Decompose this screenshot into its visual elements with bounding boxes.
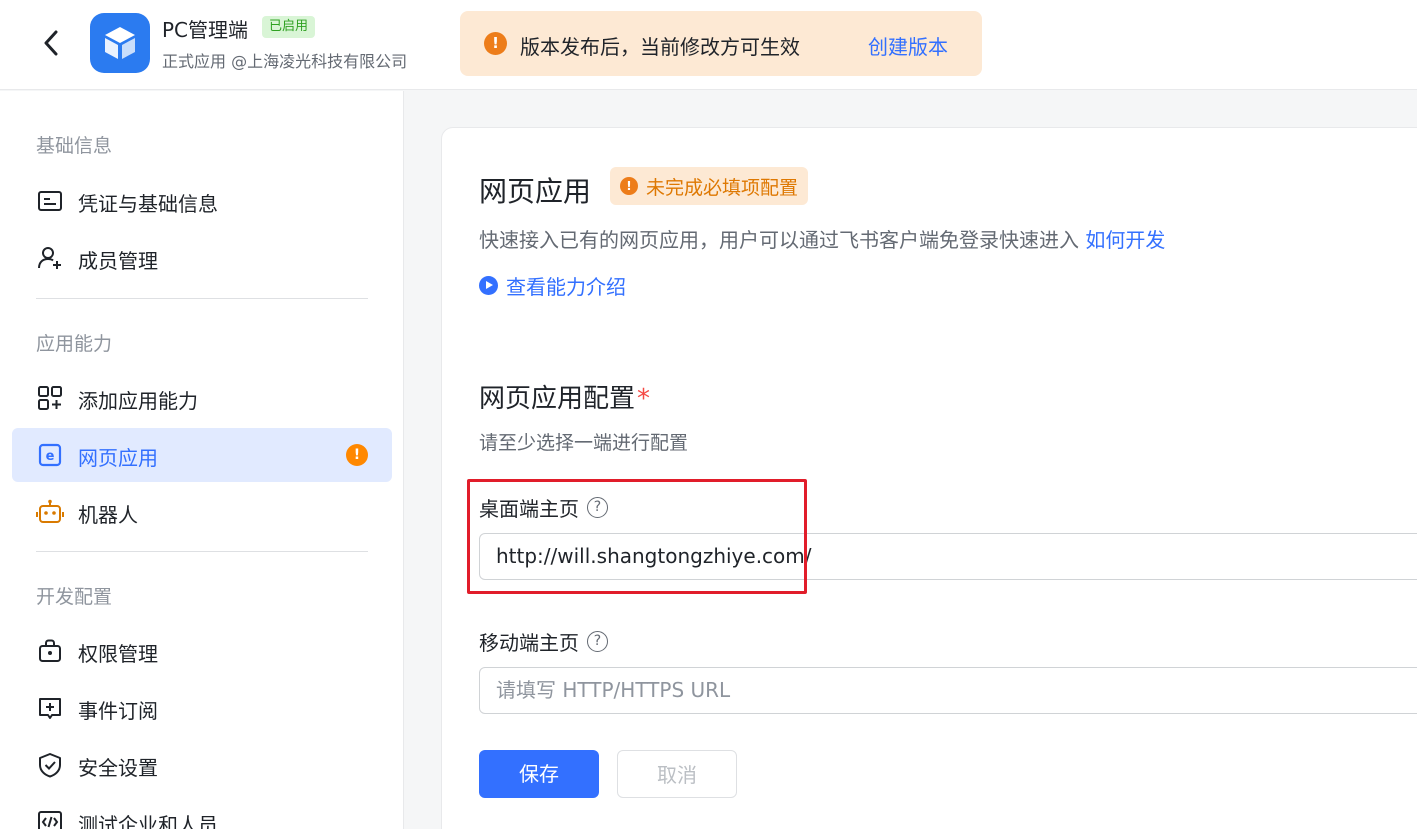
- mobile-homepage-label: 移动端主页 ?: [479, 627, 608, 656]
- shield-icon: [36, 752, 64, 778]
- sidebar-item-web-app[interactable]: e 网页应用 !: [12, 428, 392, 482]
- user-add-icon: [36, 245, 64, 271]
- required-mark: *: [637, 384, 651, 414]
- warning-icon: !: [620, 177, 638, 195]
- section-title-dev-config: 开发配置: [36, 586, 113, 608]
- help-icon[interactable]: ?: [587, 497, 608, 518]
- sidebar-item-label: 测试企业和人员: [78, 813, 218, 829]
- robot-icon: [36, 499, 64, 525]
- cancel-button[interactable]: 取消: [617, 750, 737, 798]
- lock-icon: [36, 638, 64, 664]
- status-badge: 已启用: [262, 16, 316, 38]
- sidebar-item-label: 凭证与基础信息: [78, 192, 218, 216]
- desktop-homepage-input[interactable]: http://will.shangtongzhiye.com/: [479, 533, 1417, 580]
- sidebar-item-label: 事件订阅: [78, 699, 158, 723]
- desktop-label-text: 桌面端主页: [479, 497, 579, 521]
- app-name: PC管理端: [162, 18, 249, 42]
- sidebar: 基础信息 凭证与基础信息 成员管理 应用能力 添加应用能力 e 网页应用 ! 机…: [0, 91, 404, 829]
- publish-notice-banner: ! 版本发布后，当前修改方可生效 创建版本: [460, 11, 982, 76]
- sidebar-item-label: 安全设置: [78, 756, 158, 780]
- sidebar-item-members[interactable]: 成员管理: [12, 231, 392, 285]
- how-to-develop-link[interactable]: 如何开发: [1085, 228, 1165, 252]
- sidebar-item-security[interactable]: 安全设置: [12, 738, 392, 792]
- warning-icon: !: [484, 32, 507, 55]
- config-section-title: 网页应用配置*: [479, 378, 650, 415]
- apps-add-icon: [36, 385, 64, 411]
- mobile-label-text: 移动端主页: [479, 631, 579, 655]
- incomplete-config-badge: ! 未完成必填项配置: [610, 167, 809, 205]
- top-bar: PC管理端 已启用 正式应用 @上海凌光科技有限公司 ! 版本发布后，当前修改方…: [0, 0, 1417, 90]
- config-title-text: 网页应用配置: [479, 384, 636, 414]
- sidebar-item-robot[interactable]: 机器人: [12, 485, 392, 539]
- page-description: 快速接入已有的网页应用，用户可以通过飞书客户端免登录快速进入 如何开发: [479, 224, 1165, 253]
- app-subtitle: 正式应用 @上海凌光科技有限公司: [162, 52, 408, 71]
- section-title-capabilities: 应用能力: [36, 333, 113, 355]
- incomplete-config-text: 未完成必填项配置: [646, 176, 799, 199]
- code-icon: [36, 809, 64, 829]
- sidebar-item-add-capability[interactable]: 添加应用能力: [12, 371, 392, 425]
- sidebar-item-label: 机器人: [78, 503, 138, 527]
- app-logo-icon: [90, 13, 150, 73]
- play-icon: [479, 276, 498, 295]
- sidebar-item-event-subscription[interactable]: 事件订阅: [12, 681, 392, 735]
- web-app-icon: e: [36, 442, 64, 468]
- sidebar-item-label: 网页应用: [78, 446, 158, 470]
- config-hint: 请至少选择一端进行配置: [479, 432, 689, 454]
- sidebar-divider: [36, 551, 368, 552]
- back-arrow-icon[interactable]: [36, 28, 66, 58]
- sidebar-item-label: 成员管理: [78, 249, 158, 273]
- sidebar-item-permissions[interactable]: 权限管理: [12, 624, 392, 678]
- description-text: 快速接入已有的网页应用，用户可以通过飞书客户端免登录快速进入: [479, 228, 1079, 252]
- view-intro-text: 查看能力介绍: [506, 275, 626, 299]
- view-intro-link[interactable]: 查看能力介绍: [479, 271, 626, 300]
- svg-text:e: e: [46, 449, 55, 464]
- warning-icon: !: [346, 444, 368, 466]
- mobile-homepage-input[interactable]: 请填写 HTTP/HTTPS URL: [479, 667, 1417, 714]
- notice-text: 版本发布后，当前修改方可生效: [520, 35, 800, 59]
- sidebar-divider: [36, 298, 368, 299]
- web-app-card: 网页应用 ! 未完成必填项配置 快速接入已有的网页应用，用户可以通过飞书客户端免…: [441, 127, 1417, 829]
- save-button[interactable]: 保存: [479, 750, 599, 798]
- event-add-icon: [36, 695, 64, 721]
- sidebar-item-label: 添加应用能力: [78, 389, 198, 413]
- desktop-homepage-label: 桌面端主页 ?: [479, 493, 608, 522]
- sidebar-item-test-org[interactable]: 测试企业和人员: [12, 795, 392, 829]
- sidebar-item-label: 权限管理: [78, 642, 158, 666]
- id-card-icon: [36, 188, 64, 214]
- section-title-basic: 基础信息: [36, 135, 113, 157]
- page-title: 网页应用: [479, 175, 592, 208]
- help-icon[interactable]: ?: [587, 631, 608, 652]
- create-version-link[interactable]: 创建版本: [868, 31, 948, 60]
- sidebar-item-credentials[interactable]: 凭证与基础信息: [12, 174, 392, 228]
